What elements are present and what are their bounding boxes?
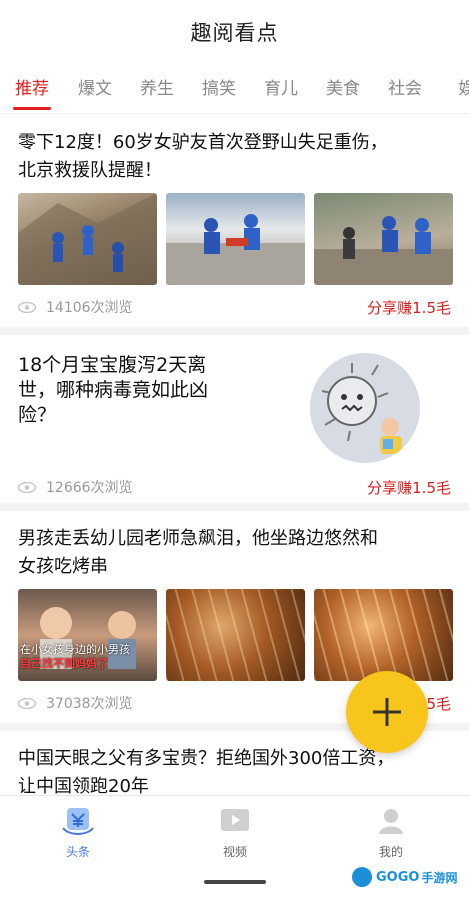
user-profile-icon [379, 809, 403, 834]
nav-label: 视频 [222, 845, 247, 859]
tab-food[interactable]: 美食 [312, 64, 374, 113]
tab-hot-articles[interactable]: 爆文 [64, 64, 126, 113]
list-item[interactable]: 零下12度！60岁女驴友首次登野山失足重伤， 北京救援队提醒！ 14106次浏览… [0, 115, 469, 335]
nav-label: 我的 [378, 845, 403, 859]
eye-icon [18, 697, 36, 709]
thumbnail-image[interactable] [314, 589, 453, 681]
plus-icon [373, 698, 401, 726]
eye-icon [18, 481, 36, 493]
thumbnail-image[interactable]: 在小女孩身边的小男孩 自己找不到妈妈了 [18, 589, 157, 681]
article-title[interactable]: 男孩走丢幼儿园老师急飙泪，他坐路边悠然和 女孩吃烤串 [18, 525, 451, 581]
article-thumbnails [18, 193, 453, 285]
article-thumbnails: 在小女孩身边的小男孩 自己找不到妈妈了 [18, 589, 453, 681]
view-count: 37038次浏览 [46, 696, 133, 712]
tab-recommend[interactable]: 推荐 [0, 64, 64, 113]
virus-illustration-icon [321, 363, 402, 454]
video-play-icon [221, 809, 249, 831]
share-earn-button[interactable]: 分享赚1.5毛 [367, 477, 451, 498]
watermark-circle-icon [352, 867, 372, 887]
tab-health[interactable]: 养生 [126, 64, 188, 113]
thumbnail-image[interactable] [314, 193, 453, 285]
category-tabs: 推荐 爆文 养生 搞笑 育儿 美食 社会 娱 [0, 64, 469, 114]
home-indicator[interactable] [204, 880, 266, 884]
article-meta: 12666次浏览 分享赚1.5毛 [18, 477, 451, 497]
article-title[interactable]: 18个月宝宝腹泻2天离 世，哪种病毒竟如此凶 险？ [18, 353, 299, 428]
headline-yen-icon [62, 808, 94, 835]
nav-headlines[interactable]: 头条 [38, 806, 118, 860]
add-button[interactable] [346, 671, 428, 753]
app-header: 趣阅看点 [0, 0, 469, 64]
tab-entertainment[interactable]: 娱 [436, 64, 469, 113]
eye-icon [18, 301, 36, 313]
share-earn-button[interactable]: 5毛 [426, 693, 451, 714]
watermark-logo: GOGO 手游网 [352, 866, 462, 888]
list-item[interactable]: 18个月宝宝腹泻2天离 世，哪种病毒竟如此凶 险？ 12666次浏览 分享赚1.… [0, 335, 469, 511]
nav-label: 头条 [65, 845, 90, 859]
nav-video[interactable]: 视频 [195, 806, 275, 860]
article-meta: 14106次浏览 分享赚1.5毛 [18, 297, 451, 317]
page-title: 趣阅看点 [190, 21, 279, 45]
nav-profile[interactable]: 我的 [351, 806, 431, 860]
article-title[interactable]: 零下12度！60岁女驴友首次登野山失足重伤， 北京救援队提醒！ [18, 129, 451, 185]
thumbnail-caption: 在小女孩身边的小男孩 自己找不到妈妈了 [20, 643, 130, 670]
share-earn-button[interactable]: 分享赚1.5毛 [367, 297, 451, 318]
thumbnail-image[interactable] [310, 353, 420, 463]
tab-society[interactable]: 社会 [374, 64, 436, 113]
thumbnail-image[interactable] [18, 193, 157, 285]
tab-funny[interactable]: 搞笑 [188, 64, 250, 113]
thumbnail-image[interactable] [166, 193, 305, 285]
thumbnail-image[interactable] [166, 589, 305, 681]
view-count: 12666次浏览 [46, 480, 133, 496]
view-count: 14106次浏览 [46, 300, 133, 316]
tab-parenting[interactable]: 育儿 [250, 64, 312, 113]
